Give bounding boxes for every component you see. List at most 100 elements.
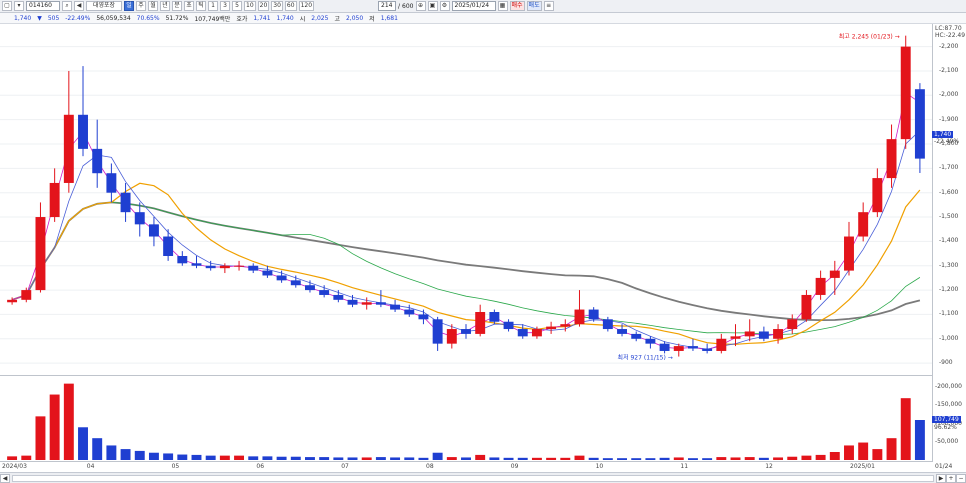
- candle-body: [787, 319, 798, 330]
- volume-bar: [248, 456, 259, 460]
- prev-icon[interactable]: ◀: [74, 1, 84, 11]
- date-tick-label: 05: [171, 463, 180, 470]
- volume-bar: [900, 398, 911, 460]
- zoom-icon[interactable]: ⊕: [415, 1, 426, 11]
- candle-body: [418, 314, 429, 320]
- buy-button[interactable]: 매수: [509, 1, 525, 11]
- scroll-track[interactable]: [12, 474, 934, 482]
- candle-body: [546, 326, 557, 330]
- period-month-button[interactable]: 월: [148, 1, 158, 11]
- candle-body: [446, 329, 457, 344]
- dropdown-icon[interactable]: ▾: [14, 1, 24, 11]
- volume-bar: [35, 416, 46, 460]
- volume-bar: [418, 457, 429, 460]
- zoom-out-icon[interactable]: −: [956, 473, 966, 483]
- more-icon[interactable]: ≡: [543, 1, 554, 11]
- period-second-button[interactable]: 초: [184, 1, 194, 11]
- minute-120-button[interactable]: 120: [298, 1, 315, 11]
- minute-30-button[interactable]: 30: [271, 1, 283, 11]
- candle-body: [815, 277, 826, 295]
- candle-body: [531, 329, 542, 337]
- period-tick-button[interactable]: 틱: [196, 1, 206, 11]
- ratio2-value: 51.72%: [165, 14, 189, 22]
- minute-3-button[interactable]: 3: [220, 1, 230, 11]
- volume-bar: [815, 454, 826, 460]
- high-label: 고: [334, 15, 340, 23]
- candle-body: [177, 256, 188, 264]
- volume-pct-tag: 96.62%: [934, 424, 957, 431]
- minute-20-button[interactable]: 20: [257, 1, 270, 11]
- price-tick-label: -1,200: [939, 286, 959, 294]
- volume-bar: [305, 457, 315, 460]
- candle-body: [503, 321, 514, 330]
- candle-body: [659, 343, 670, 351]
- horizontal-scrollbar[interactable]: ◀ ▶ + −: [0, 472, 966, 483]
- candle-body: [262, 270, 273, 276]
- amount-value: 107,749백만: [194, 15, 231, 23]
- period-year-button[interactable]: 년: [160, 1, 170, 11]
- candle-body: [801, 294, 812, 320]
- zoom-in-icon[interactable]: +: [946, 473, 956, 483]
- volume-bar: [120, 449, 131, 460]
- candle-body: [21, 290, 32, 300]
- volume-bar: [602, 458, 613, 460]
- minute-1-button[interactable]: 1: [208, 1, 218, 11]
- volume-pane[interactable]: [0, 376, 932, 462]
- minute-10-button[interactable]: 10: [244, 1, 256, 11]
- volume-bar: [560, 457, 571, 460]
- price-chart[interactable]: 최고 2,245 (01/23) → 최저 927 (11/15) →: [0, 24, 932, 376]
- volume-tick-label: -50,000: [935, 437, 959, 445]
- date-tick-label: 09: [510, 463, 519, 470]
- date-tick-label: 11: [680, 463, 689, 470]
- sell-button[interactable]: 매도: [526, 1, 542, 11]
- volume-bar: [673, 457, 684, 460]
- date-tick-label: 08: [426, 463, 434, 470]
- volume-bar: [872, 449, 883, 460]
- price-tick-label: -900: [939, 359, 953, 367]
- volume-bar: [758, 457, 769, 460]
- count-total: 600: [402, 2, 414, 10]
- candle-body: [276, 275, 287, 281]
- save-icon[interactable]: ▣: [427, 1, 438, 11]
- volume-bar: [63, 383, 74, 460]
- period-week-button[interactable]: 주: [136, 1, 146, 11]
- stock-name-label: 대영포장: [86, 1, 122, 11]
- candle-body: [319, 290, 330, 295]
- candle-body: [858, 212, 869, 237]
- volume-chart[interactable]: [0, 376, 932, 462]
- search-icon[interactable]: ⌕: [62, 1, 72, 11]
- scroll-left-icon[interactable]: ◀: [0, 473, 10, 483]
- minute-60-button[interactable]: 60: [284, 1, 297, 11]
- price-tick-label: -1,700: [939, 164, 959, 172]
- volume-bar: [446, 457, 457, 460]
- date-input[interactable]: 2025/01/24: [451, 1, 496, 11]
- candle-body: [844, 236, 854, 271]
- ma5-line: [11, 92, 921, 351]
- period-minute-button[interactable]: 분: [172, 1, 182, 11]
- period-day-button[interactable]: 일: [124, 1, 134, 11]
- candle-body: [191, 263, 202, 266]
- stock-code-input[interactable]: 014160: [26, 1, 60, 11]
- legend-hc: HC:-22.49: [935, 32, 966, 39]
- volume-bar: [21, 455, 32, 460]
- scroll-right-icon[interactable]: ▶: [936, 473, 946, 483]
- minute-5-button[interactable]: 5: [232, 1, 242, 11]
- count-input[interactable]: 214: [378, 1, 397, 11]
- candle-body: [305, 285, 315, 291]
- volume-bar: [574, 455, 585, 460]
- volume-bar: [886, 438, 897, 460]
- calendar-icon[interactable]: ▦: [497, 1, 508, 11]
- date-tick-label: 06: [256, 463, 265, 470]
- volume-bar: [631, 458, 642, 460]
- open-label: 시: [299, 15, 306, 23]
- candle-body: [617, 329, 627, 334]
- volume-bar: [730, 457, 741, 460]
- candle-body: [702, 348, 713, 351]
- settings-icon[interactable]: ⚙: [439, 1, 450, 11]
- price-pane[interactable]: 최고 2,245 (01/23) → 최저 927 (11/15) →: [0, 24, 932, 376]
- price-tick-label: -1,300: [939, 261, 959, 269]
- candle-body: [404, 309, 415, 315]
- menu-icon[interactable]: ▢: [2, 1, 12, 11]
- candle-body: [560, 324, 571, 327]
- date-tick-label: 10: [595, 463, 604, 470]
